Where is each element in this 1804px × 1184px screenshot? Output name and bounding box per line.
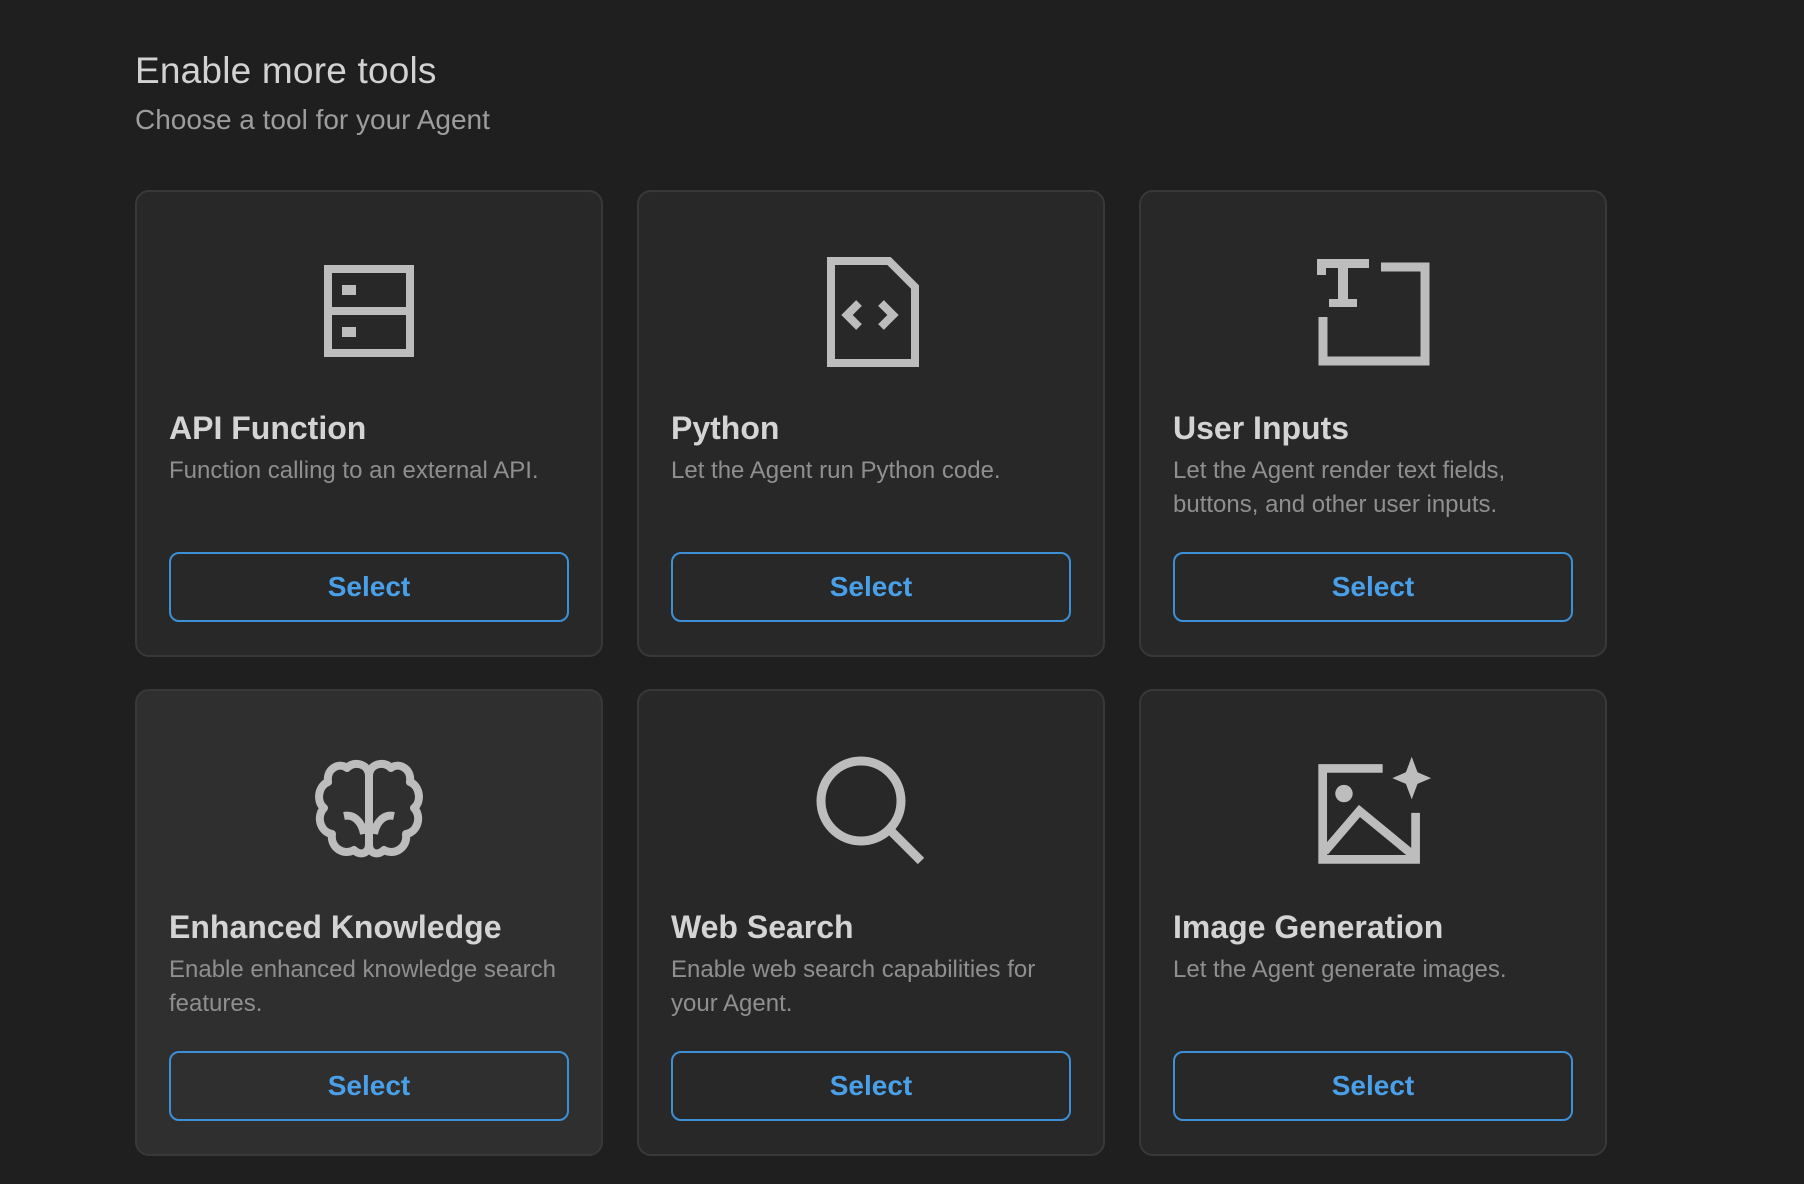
tool-card-user-inputs[interactable]: User Inputs Let the Agent render text fi…: [1139, 190, 1607, 657]
tool-description: Enable web search capabilities for your …: [671, 956, 1036, 1017]
tool-card-api-function[interactable]: API Function Function calling to an exte…: [135, 190, 603, 657]
page-title: Enable more tools: [135, 50, 437, 91]
python-code-file-icon: [811, 252, 931, 372]
select-button-api-function[interactable]: Select: [169, 552, 569, 622]
brain-icon: [309, 751, 429, 871]
tool-title: Python: [671, 410, 780, 446]
select-button-python[interactable]: Select: [671, 552, 1071, 622]
tool-description: Enable enhanced knowledge search feature…: [169, 956, 556, 1017]
tool-title: User Inputs: [1173, 410, 1350, 446]
tool-title: API Function: [169, 410, 367, 446]
page-subtitle: Choose a tool for your Agent: [135, 104, 490, 135]
search-icon: [811, 751, 931, 871]
select-button-user-inputs[interactable]: Select: [1173, 552, 1573, 622]
tool-card-python[interactable]: Python Let the Agent run Python code. Se…: [637, 190, 1105, 657]
tool-description: Let the Agent generate images.: [1173, 956, 1507, 983]
tool-title: Image Generation: [1173, 909, 1444, 945]
tool-description: Let the Agent run Python code.: [671, 457, 1001, 484]
select-button-web-search[interactable]: Select: [671, 1051, 1071, 1121]
tool-card-web-search[interactable]: Web Search Enable web search capabilitie…: [637, 689, 1105, 1156]
select-button-image-generation[interactable]: Select: [1173, 1051, 1573, 1121]
tool-card-image-generation[interactable]: Image Generation Let the Agent generate …: [1139, 689, 1607, 1156]
tool-description: Function calling to an external API.: [169, 457, 539, 484]
image-generation-icon: [1313, 751, 1433, 871]
user-inputs-icon: [1313, 252, 1433, 372]
select-button-enhanced-knowledge[interactable]: Select: [169, 1051, 569, 1121]
tool-title: Enhanced Knowledge: [169, 909, 502, 945]
api-function-icon: [309, 252, 429, 372]
tool-card-enhanced-knowledge[interactable]: Enhanced Knowledge Enable enhanced knowl…: [135, 689, 603, 1156]
tool-grid: API Function Function calling to an exte…: [135, 190, 1607, 1156]
tool-title: Web Search: [671, 909, 854, 945]
tool-description: Let the Agent render text fields, button…: [1173, 457, 1506, 518]
